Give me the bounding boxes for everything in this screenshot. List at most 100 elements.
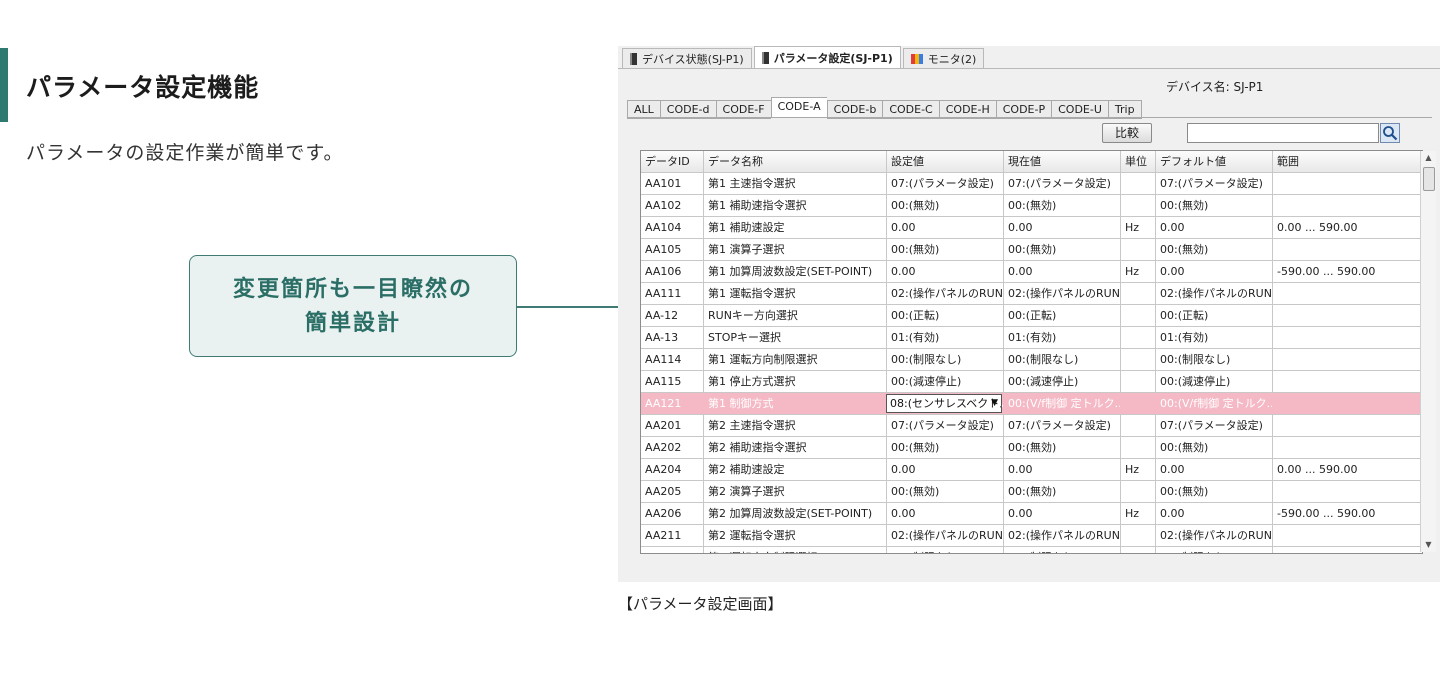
row-unit-cell [1121,173,1156,194]
table-row[interactable]: AA104 第1 補助速設定 0.00 0.00 Hz 0.00 0.00 ... 590.… [641,217,1422,239]
row-current-cell: 01:(有効) [1004,327,1121,348]
tab-monitor[interactable]: モニタ(2) [902,48,985,68]
row-current-cell: 0.00 [1004,459,1121,480]
row-current-cell: 02:(操作パネルのRUN... [1004,525,1121,546]
row-name-cell: 第1 演算子選択 [704,239,887,260]
chart-icon [910,53,923,64]
compare-button[interactable]: 比較 [1102,123,1152,143]
row-range-cell [1273,415,1416,436]
column-header-unit[interactable]: 単位 [1121,151,1156,172]
table-row[interactable]: AA205 第2 演算子選択 00:(無効) 00:(無効) 00:(無効) [641,481,1422,503]
row-current-cell: 0.00 [1004,217,1121,238]
column-header-setting[interactable]: 設定値 [887,151,1004,172]
column-header-name[interactable]: データ名称 [704,151,887,172]
dropdown-value: 08:(センサレスベクトル制 [890,397,1001,410]
row-name-cell: 第2 演算子選択 [704,481,887,502]
row-setting-cell: 0.00 [887,217,1004,238]
device-name-label: デバイス名: SJ-P1 [1166,80,1264,94]
row-unit-cell [1121,371,1156,392]
row-unit-cell [1121,349,1156,370]
row-default-cell: 00:(正転) [1156,305,1273,326]
tab-divider [618,68,1440,69]
table-row[interactable]: AA102 第1 補助速指令選択 00:(無効) 00:(無効) 00:(無効) [641,195,1422,217]
tab-code-a[interactable]: CODE-A [770,97,827,118]
row-unit-cell [1121,327,1156,348]
row-name-cell: 第1 制御方式 [704,393,887,414]
row-current-cell: 0.00 [1004,503,1121,524]
table-row[interactable]: AA-13 STOPキー選択 01:(有効) 01:(有効) 01:(有効) [641,327,1422,349]
row-id-cell: AA214 [641,547,704,553]
search-input[interactable] [1187,123,1379,143]
table-row[interactable]: AA114 第1 運転方向制限選択 00:(制限なし) 00:(制限なし) 00:(制限… [641,349,1422,371]
table-row[interactable]: AA204 第2 補助速設定 0.00 0.00 Hz 0.00 0.00 ... 590.… [641,459,1422,481]
row-name-cell: 第1 加算周波数設定(SET-POINT) [704,261,887,282]
tab-device-status[interactable]: デバイス状態(SJ-P1) [622,48,752,68]
row-default-cell: 01:(有効) [1156,327,1273,348]
row-id-cell: AA114 [641,349,704,370]
column-header-default[interactable]: デフォルト値 [1156,151,1273,172]
table-row-changed[interactable]: AA121第1 制御方式08:(センサレスベクトル制00:(V/f制御 定トルク… [641,393,1422,415]
table-row[interactable]: AA111 第1 運転指令選択 02:(操作パネルのRUN... 02:(操作パネルの… [641,283,1422,305]
row-setting-cell: 00:(無効) [887,437,1004,458]
code-tab-divider [627,117,1432,118]
row-current-cell: 00:(減速停止) [1004,371,1121,392]
table-scrollbar[interactable]: ▲ ▼ [1420,151,1436,552]
column-header-range[interactable]: 範囲 [1273,151,1416,172]
row-setting-cell: 00:(制限なし) [887,547,1004,553]
row-setting-cell: 02:(操作パネルのRUN... [887,525,1004,546]
table-row[interactable]: AA201 第2 主速指令選択 07:(パラメータ設定) 07:(パラメータ設定) 07… [641,415,1422,437]
row-default-cell: 02:(操作パネルのRUN... [1156,283,1273,304]
row-range-cell: 0.00 ... 590.00 [1277,463,1358,476]
row-name-cell: 第1 運転指令選択 [704,283,887,304]
row-name-cell: 第1 停止方式選択 [704,371,887,392]
table-row[interactable]: AA202 第2 補助速指令選択 00:(無効) 00:(無効) 00:(無効) [641,437,1422,459]
scroll-up-icon[interactable]: ▲ [1421,151,1436,165]
callout-connector-line [517,306,620,308]
row-range-cell [1273,239,1416,260]
code-tabs: ALL CODE-d CODE-F CODE-A CODE-b CODE-C C… [627,97,1142,119]
row-name-cell: 第1 運転方向制限選択 [704,349,887,370]
chevron-down-icon[interactable]: ▼ [991,395,998,412]
row-unit-cell: Hz [1121,261,1156,282]
table-row[interactable]: AA206 第2 加算周波数設定(SET-POINT) 0.00 0.00 Hz 0.00… [641,503,1422,525]
row-id-cell: AA101 [641,173,704,194]
scroll-down-icon[interactable]: ▼ [1421,538,1436,552]
table-row[interactable]: AA105 第1 演算子選択 00:(無効) 00:(無効) 00:(無効) [641,239,1422,261]
row-setting-cell: 00:(制限なし) [887,349,1004,370]
column-header-current[interactable]: 現在値 [1004,151,1121,172]
device-icon [761,51,769,64]
page-title: パラメータ設定機能 [26,73,260,102]
device-icon [630,52,637,65]
row-current-cell: 00:(制限なし) [1004,349,1121,370]
table-row[interactable]: AA115 第1 停止方式選択 00:(減速停止) 00:(減速停止) 00:(減速停止… [641,371,1422,393]
column-header-id[interactable]: データID [641,151,704,172]
setting-value-dropdown[interactable]: 08:(センサレスベクトル制▼ [886,394,1002,413]
scrollbar-thumb[interactable] [1423,167,1435,191]
row-current-cell: 00:(無効) [1004,239,1121,260]
row-id-cell: AA105 [641,239,704,260]
row-id-cell: AA-12 [641,305,704,326]
table-row[interactable]: AA101 第1 主速指令選択 07:(パラメータ設定) 07:(パラメータ設定) 07… [641,173,1422,195]
table-row[interactable]: AA214第2 運転方向制限選択00:(制限なし)00:(制限なし)00:(制限… [641,547,1422,553]
heading-accent-bar [0,48,8,122]
search-button[interactable] [1380,123,1400,143]
table-row[interactable]: AA106 第1 加算周波数設定(SET-POINT) 0.00 0.00 Hz 0.00… [641,261,1422,283]
window-tabs: デバイス状態(SJ-P1) パラメータ設定(SJ-P1) モニタ(2) [622,46,986,68]
row-id-cell: AA111 [641,283,704,304]
table-row[interactable]: AA-12 RUNキー方向選択 00:(正転) 00:(正転) 00:(正転) [641,305,1422,327]
row-default-cell: 00:(無効) [1156,481,1273,502]
row-unit-cell [1121,481,1156,502]
row-default-cell: 0.00 [1156,217,1273,238]
row-setting-cell: 0.00 [887,503,1004,524]
row-default-cell: 00:(減速停止) [1156,371,1273,392]
row-default-cell: 07:(パラメータ設定) [1156,415,1273,436]
table-row[interactable]: AA211 第2 運転指令選択 02:(操作パネルのRUN... 02:(操作パネルの… [641,525,1422,547]
row-default-cell: 0.00 [1156,261,1273,282]
parameter-settings-window: デバイス状態(SJ-P1) パラメータ設定(SJ-P1) モニタ(2) デバイス… [618,46,1440,582]
row-unit-cell [1121,437,1156,458]
table-header: データID データ名称 設定値 現在値 単位 デフォルト値 範囲 [641,151,1422,173]
tab-parameter-settings[interactable]: パラメータ設定(SJ-P1) [753,46,901,68]
row-default-cell: 00:(無効) [1156,239,1273,260]
row-range-cell [1273,525,1416,546]
row-unit-cell: Hz [1121,459,1156,480]
